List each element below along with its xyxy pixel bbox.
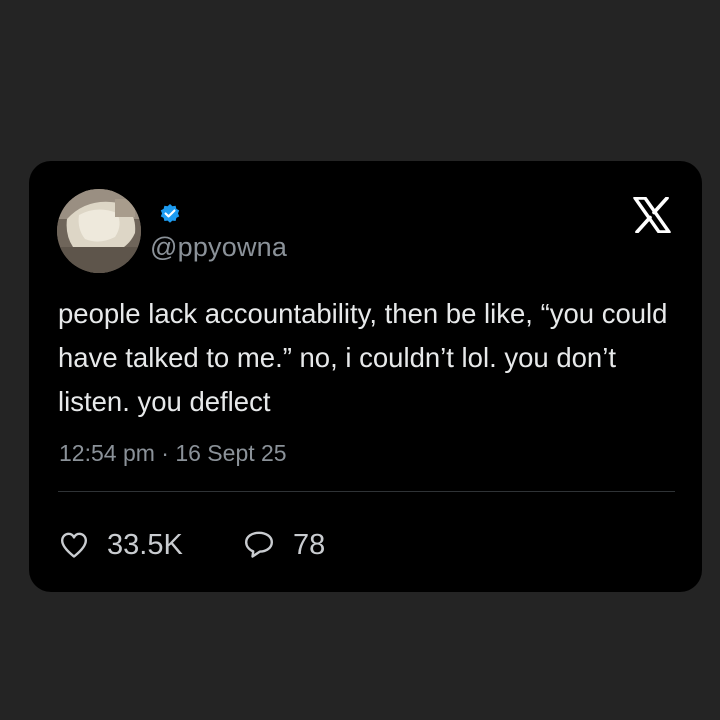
like-button[interactable]: 33.5K	[59, 525, 183, 565]
reply-button[interactable]: 78	[243, 525, 325, 565]
verified-badge-icon	[160, 204, 180, 223]
tweet-card: @ppyowna people lack accountability, the…	[29, 161, 702, 592]
like-count: 33.5K	[107, 528, 183, 561]
reply-count: 78	[293, 528, 326, 561]
tweet-timestamp[interactable]: 12:54 pm · 16 Sept 25	[59, 440, 287, 467]
user-handle[interactable]: @ppyowna	[150, 232, 287, 263]
tweet-text: people lack accountability, then be like…	[58, 298, 668, 417]
reply-icon	[245, 531, 273, 558]
divider	[58, 491, 675, 492]
x-logo-icon[interactable]	[633, 197, 671, 233]
avatar[interactable]	[57, 189, 141, 273]
avatar-image	[57, 189, 141, 273]
heart-icon	[61, 532, 87, 558]
